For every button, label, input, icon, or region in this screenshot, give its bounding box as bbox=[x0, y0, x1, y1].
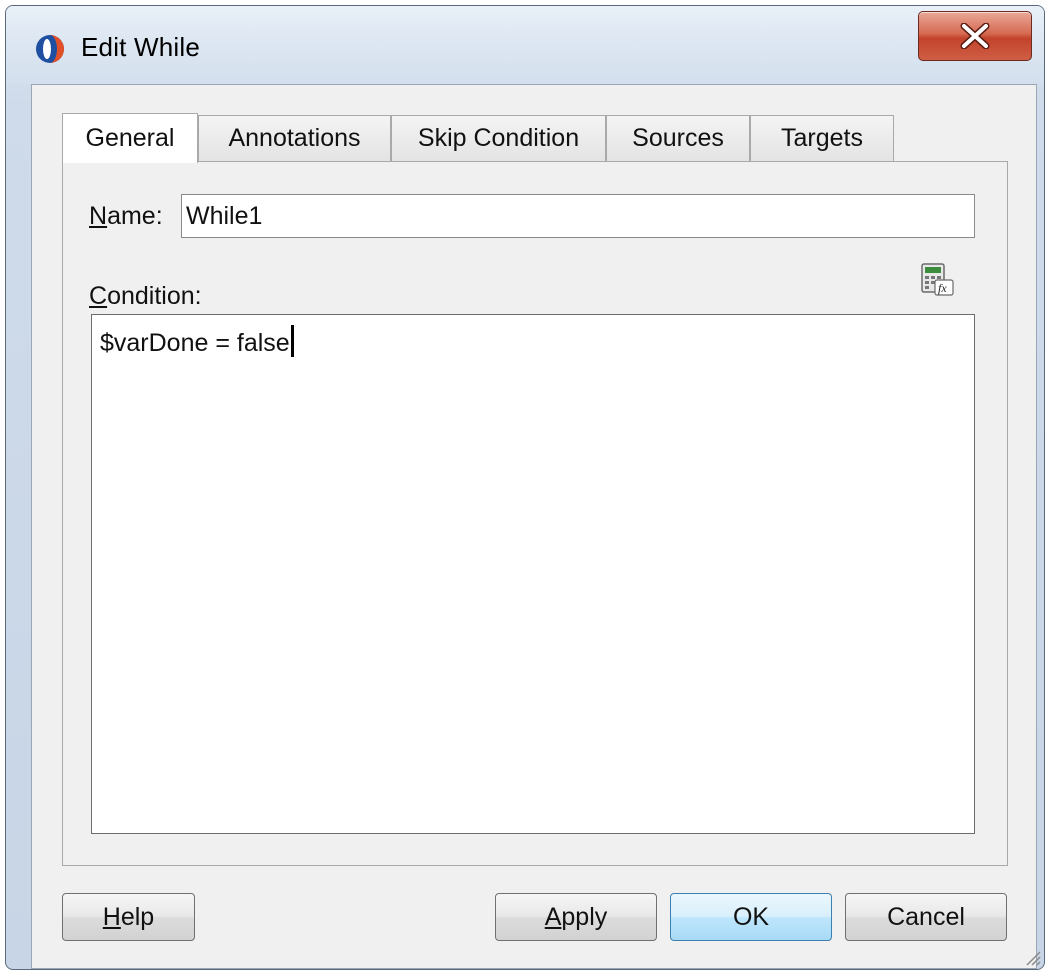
dialog-body: General Annotations Skip Condition Sourc… bbox=[31, 84, 1037, 969]
oracle-jdev-icon bbox=[36, 35, 64, 63]
tab-annotations[interactable]: Annotations bbox=[198, 115, 391, 162]
tab-targets[interactable]: Targets bbox=[750, 115, 894, 162]
help-label: elp bbox=[120, 903, 155, 931]
text-caret bbox=[290, 325, 294, 357]
close-button[interactable] bbox=[918, 11, 1032, 61]
tab-label: General bbox=[85, 124, 175, 152]
condition-label: Condition: bbox=[89, 282, 202, 311]
apply-button[interactable]: Apply bbox=[495, 893, 657, 941]
tab-skip-condition[interactable]: Skip Condition bbox=[391, 115, 606, 162]
cancel-button[interactable]: Cancel bbox=[845, 893, 1007, 941]
tab-general[interactable]: General bbox=[62, 113, 198, 163]
tab-sources[interactable]: Sources bbox=[606, 115, 750, 162]
window-title: Edit While bbox=[81, 32, 201, 62]
ok-button[interactable]: OK bbox=[670, 893, 832, 941]
help-mnemonic: H bbox=[102, 903, 121, 931]
svg-text:fx: fx bbox=[938, 281, 947, 295]
edit-while-dialog: Edit While General Annotations Skip Cond… bbox=[5, 5, 1045, 970]
resize-grip-icon[interactable] bbox=[1023, 948, 1041, 966]
condition-text: $varDone = false bbox=[100, 329, 290, 357]
name-label-mnemonic: N bbox=[89, 202, 108, 230]
help-button[interactable]: Help bbox=[62, 893, 195, 941]
expression-builder-icon[interactable]: fx bbox=[919, 262, 955, 298]
name-label: Name: bbox=[89, 202, 163, 231]
tab-label: Skip Condition bbox=[417, 124, 580, 152]
tab-label: Annotations bbox=[228, 124, 361, 152]
title-bar[interactable]: Edit While bbox=[6, 6, 1044, 84]
condition-label-text: ondition: bbox=[107, 282, 202, 310]
apply-mnemonic: A bbox=[544, 903, 562, 931]
name-field[interactable]: While1 bbox=[181, 194, 975, 238]
tab-label: Targets bbox=[781, 124, 863, 152]
general-tab-panel: Name: While1 Condition: fx $varDone = fa… bbox=[62, 161, 1008, 866]
condition-label-mnemonic: C bbox=[89, 282, 108, 310]
tab-label: Sources bbox=[632, 124, 724, 152]
apply-label: pply bbox=[561, 903, 608, 931]
close-icon bbox=[960, 23, 990, 49]
name-label-text: ame: bbox=[107, 202, 163, 230]
condition-editor[interactable]: $varDone = false bbox=[91, 314, 975, 834]
